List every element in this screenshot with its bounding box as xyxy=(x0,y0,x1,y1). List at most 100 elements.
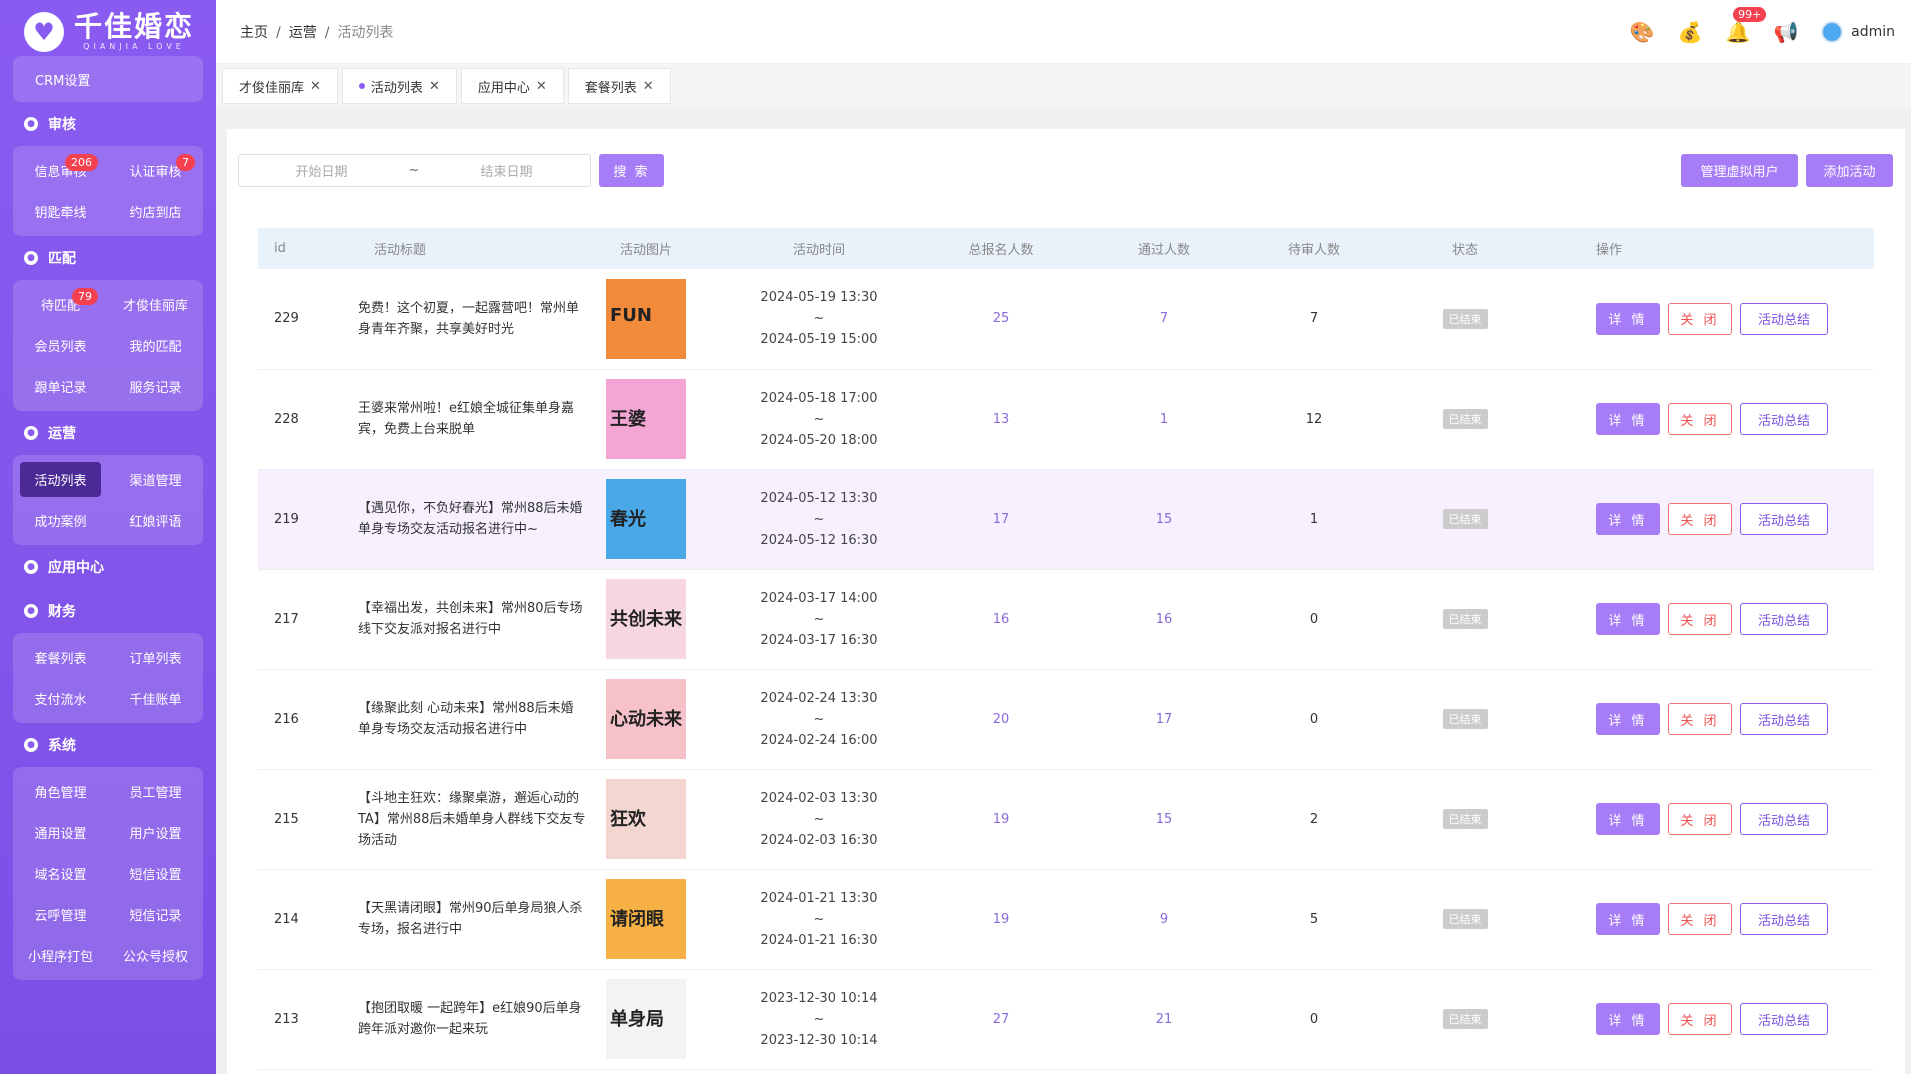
activity-image[interactable]: 共创未来 xyxy=(606,579,686,659)
money-bag-icon[interactable]: 💰 xyxy=(1677,19,1703,45)
close-icon[interactable]: ✕ xyxy=(429,79,440,94)
summary-button[interactable]: 活动总结 xyxy=(1740,603,1828,635)
sidebar-item-crm[interactable]: CRM设置 xyxy=(13,60,203,98)
breadcrumb-ops[interactable]: 运营 xyxy=(289,25,317,41)
sidebar-item[interactable]: 云呼管理 xyxy=(13,894,108,935)
detail-button[interactable]: 详 情 xyxy=(1596,603,1660,635)
cell-passed[interactable]: 17 xyxy=(1050,669,1278,769)
sidebar-item[interactable]: 通用设置 xyxy=(13,812,108,853)
sidebar-item[interactable]: 订单列表 xyxy=(108,637,203,678)
close-button[interactable]: 关 闭 xyxy=(1668,302,1732,335)
cell-total[interactable]: 19 xyxy=(952,869,1050,969)
close-icon[interactable]: ✕ xyxy=(643,79,654,94)
sidebar-item[interactable]: 短信记录 xyxy=(108,894,203,935)
sidebar-item[interactable]: 红娘评语 xyxy=(108,500,203,541)
sidebar-item[interactable]: 钥匙牵线 xyxy=(13,191,108,232)
sidebar-item[interactable]: 我的匹配 xyxy=(108,325,203,366)
summary-button[interactable]: 活动总结 xyxy=(1740,302,1828,335)
summary-button[interactable]: 活动总结 xyxy=(1740,803,1828,835)
close-button[interactable]: 关 闭 xyxy=(1668,1003,1732,1035)
sidebar-item[interactable]: 角色管理 xyxy=(13,771,108,812)
close-button[interactable]: 关 闭 xyxy=(1668,403,1732,435)
tab-item[interactable]: 应用中心 ✕ xyxy=(460,68,564,104)
tab-item[interactable]: 活动列表 ✕ xyxy=(341,68,457,104)
sidebar-item[interactable]: 渠道管理 xyxy=(108,459,203,500)
cell-passed[interactable]: 15 xyxy=(1050,469,1278,569)
summary-button[interactable]: 活动总结 xyxy=(1740,503,1828,535)
sidebar-item[interactable]: 会员列表 xyxy=(13,325,108,366)
cell-passed[interactable]: 9 xyxy=(1050,869,1278,969)
sidebar-item[interactable]: 千佳账单 xyxy=(108,678,203,719)
sidebar-item[interactable]: 小程序打包 xyxy=(13,935,108,976)
add-activity-button[interactable]: 添加活动 xyxy=(1806,154,1893,187)
cell-total[interactable]: 16 xyxy=(952,569,1050,669)
detail-button[interactable]: 详 情 xyxy=(1596,302,1660,335)
sidebar-item[interactable]: 服务记录 xyxy=(108,366,203,407)
detail-button[interactable]: 详 情 xyxy=(1596,803,1660,835)
megaphone-icon[interactable]: 📢 xyxy=(1773,19,1799,45)
close-button[interactable]: 关 闭 xyxy=(1668,803,1732,835)
sidebar-item[interactable]: 约店到店 xyxy=(108,191,203,232)
sidebar-section-header[interactable]: ● 应用中心 xyxy=(0,545,216,589)
activity-image[interactable]: 请闭眼 xyxy=(606,879,686,959)
logo[interactable]: ♥ 千佳婚恋 QIANJIA LOVE xyxy=(0,0,216,64)
sidebar-item[interactable]: 待匹配 79 xyxy=(13,284,108,325)
cell-passed[interactable]: 7 xyxy=(1050,269,1278,369)
breadcrumb-home[interactable]: 主页 xyxy=(240,25,268,41)
detail-button[interactable]: 详 情 xyxy=(1596,703,1660,735)
summary-button[interactable]: 活动总结 xyxy=(1740,1003,1828,1035)
sidebar-item[interactable]: 公众号授权 xyxy=(108,935,203,976)
close-icon[interactable]: ✕ xyxy=(536,79,547,94)
activity-image[interactable]: 单身局 xyxy=(606,979,686,1059)
sidebar-item[interactable]: 才俊佳丽库 xyxy=(108,284,203,325)
search-button[interactable]: 搜 索 xyxy=(599,154,664,187)
sidebar-section-header[interactable]: ● 匹配 xyxy=(0,236,216,280)
cell-total[interactable]: 13 xyxy=(952,369,1050,469)
activity-image[interactable]: FUN xyxy=(606,278,686,359)
date-range-picker[interactable]: 开始日期 ~ 结束日期 xyxy=(238,154,591,187)
close-button[interactable]: 关 闭 xyxy=(1668,503,1732,535)
sidebar-item[interactable]: 用户设置 xyxy=(108,812,203,853)
activity-image[interactable]: 春光 xyxy=(606,479,686,559)
cell-passed[interactable]: 21 xyxy=(1050,969,1278,1069)
start-date-input[interactable]: 开始日期 xyxy=(239,161,404,180)
detail-button[interactable]: 详 情 xyxy=(1596,403,1660,435)
cell-passed[interactable]: 16 xyxy=(1050,569,1278,669)
detail-button[interactable]: 详 情 xyxy=(1596,503,1660,535)
summary-button[interactable]: 活动总结 xyxy=(1740,403,1828,435)
summary-button[interactable]: 活动总结 xyxy=(1740,703,1828,735)
sidebar-section-header[interactable]: ● 系统 xyxy=(0,723,216,767)
sidebar-item[interactable]: 短信设置 xyxy=(108,853,203,894)
detail-button[interactable]: 详 情 xyxy=(1596,1003,1660,1035)
bell-icon[interactable]: 🔔 99+ xyxy=(1725,7,1767,45)
cell-passed[interactable]: 15 xyxy=(1050,769,1278,869)
palette-icon[interactable]: 🎨 xyxy=(1629,19,1655,45)
sidebar-section-header[interactable]: ● 运营 xyxy=(0,411,216,455)
sidebar-item[interactable]: 活动列表 xyxy=(13,459,108,500)
sidebar-item[interactable]: 员工管理 xyxy=(108,771,203,812)
activity-image[interactable]: 心动未来 xyxy=(606,679,686,759)
tab-item[interactable]: 套餐列表 ✕ xyxy=(567,68,671,104)
cell-total[interactable]: 25 xyxy=(952,269,1050,369)
summary-button[interactable]: 活动总结 xyxy=(1740,903,1828,935)
close-icon[interactable]: ✕ xyxy=(310,79,321,94)
sidebar-section-header[interactable]: ● 财务 xyxy=(0,589,216,633)
user-menu[interactable]: admin xyxy=(1821,21,1895,43)
cell-total[interactable]: 19 xyxy=(952,769,1050,869)
cell-passed[interactable]: 1 xyxy=(1050,369,1278,469)
cell-total[interactable]: 17 xyxy=(952,469,1050,569)
tab-item[interactable]: 才俊佳丽库 ✕ xyxy=(222,68,338,104)
close-button[interactable]: 关 闭 xyxy=(1668,703,1732,735)
end-date-input[interactable]: 结束日期 xyxy=(424,161,589,180)
sidebar-item[interactable]: 认证审核 7 xyxy=(108,150,203,191)
close-button[interactable]: 关 闭 xyxy=(1668,603,1732,635)
sidebar-item[interactable]: 信息审核 206 xyxy=(13,150,108,191)
detail-button[interactable]: 详 情 xyxy=(1596,903,1660,935)
sidebar-item[interactable]: 套餐列表 xyxy=(13,637,108,678)
sidebar-item[interactable]: 成功案例 xyxy=(13,500,108,541)
cell-total[interactable]: 27 xyxy=(952,969,1050,1069)
sidebar-section-header[interactable]: ● 审核 xyxy=(0,102,216,146)
sidebar-item[interactable]: 支付流水 xyxy=(13,678,108,719)
sidebar-item[interactable]: 跟单记录 xyxy=(13,366,108,407)
close-button[interactable]: 关 闭 xyxy=(1668,903,1732,935)
